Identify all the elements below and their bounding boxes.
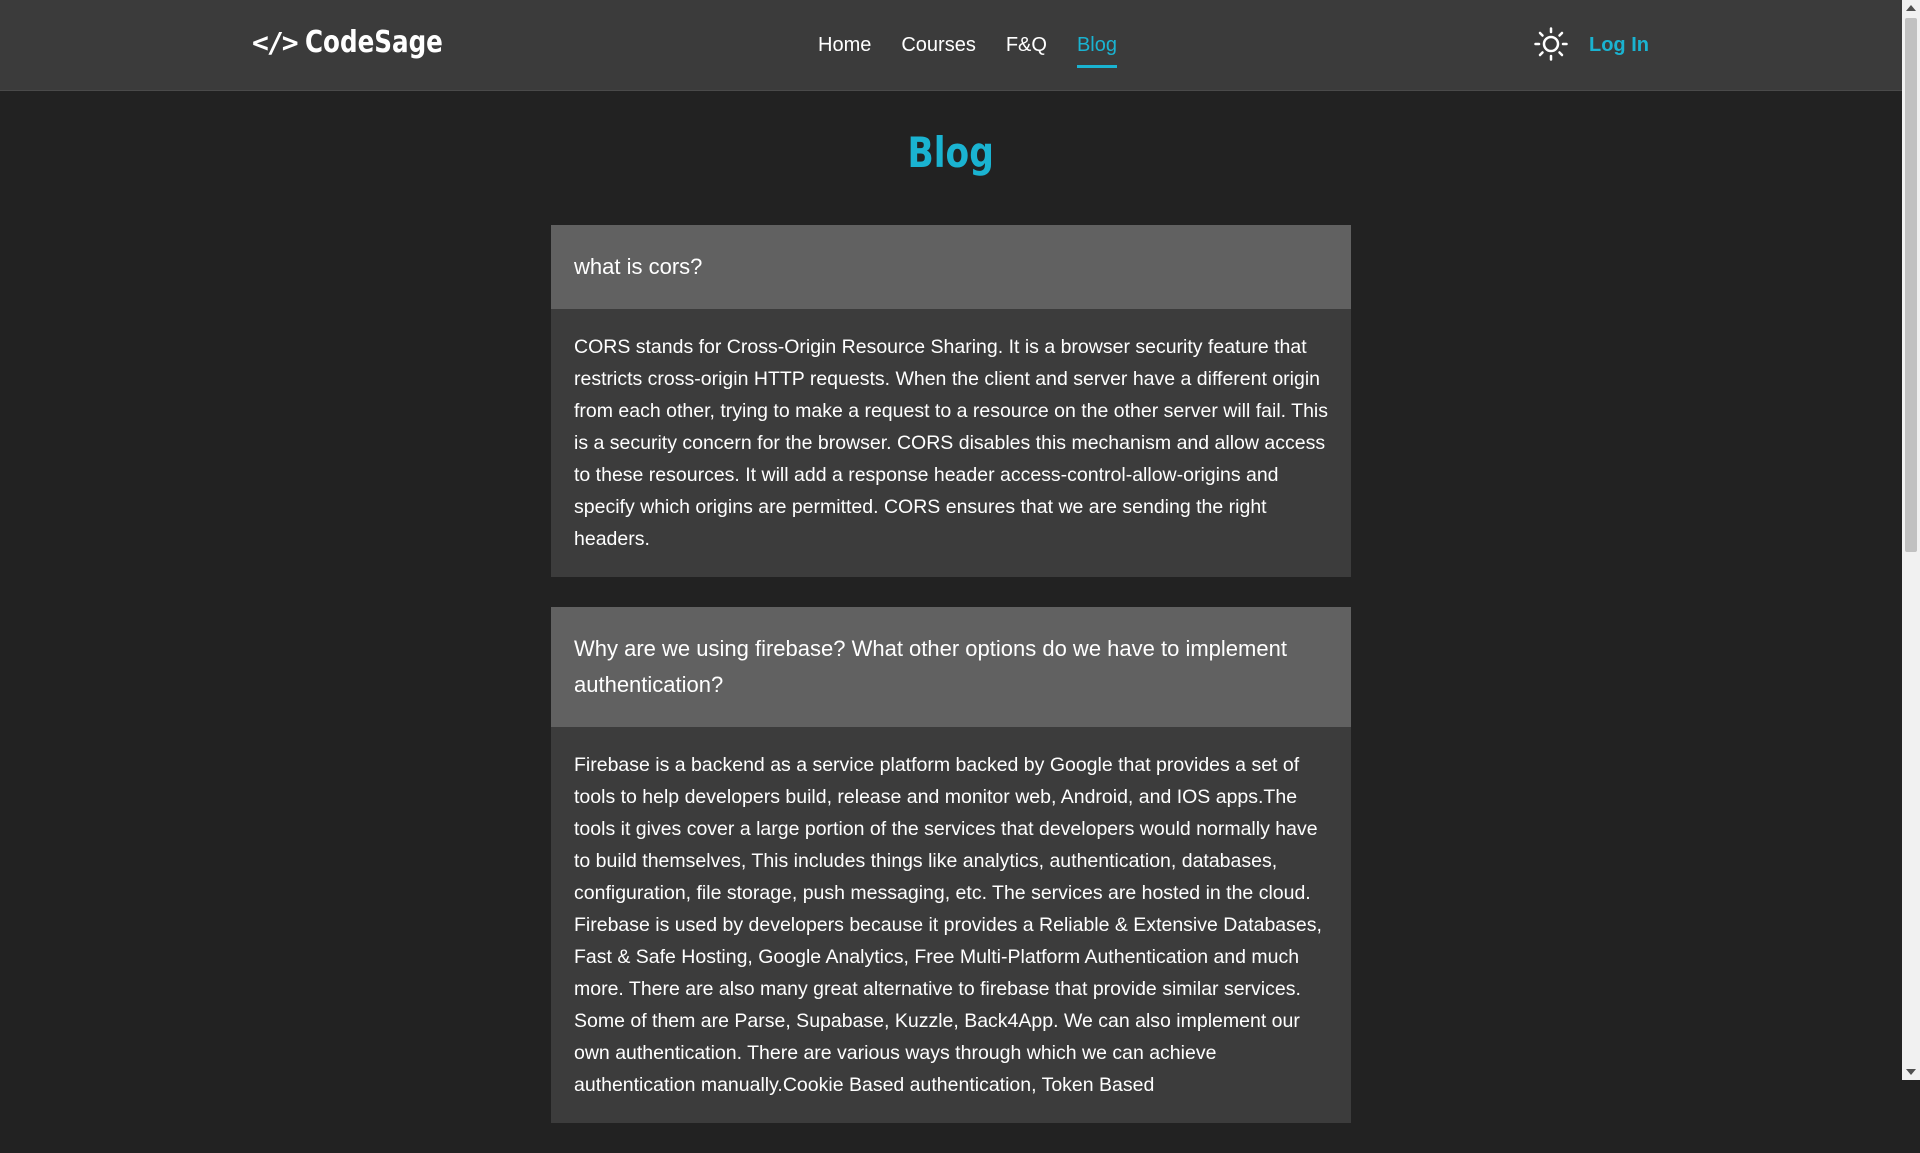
scroll-thumb[interactable] — [1905, 18, 1917, 552]
nav-courses[interactable]: Courses — [901, 34, 975, 68]
post-question: Why are we using firebase? What other op… — [551, 607, 1351, 727]
blog-post: what is cors? CORS stands for Cross-Orig… — [551, 225, 1351, 577]
vertical-scrollbar[interactable] — [1902, 0, 1920, 1080]
nav-blog[interactable]: Blog — [1076, 34, 1117, 68]
nav-faq[interactable]: F&Q — [1006, 34, 1047, 68]
page-title-text: Blog — [907, 128, 995, 177]
sun-icon[interactable] — [1534, 27, 1568, 61]
code-icon: </> — [252, 26, 299, 59]
main-nav: Home Courses F&Q Blog — [818, 34, 1117, 68]
logo[interactable]: </> CodeSage — [252, 25, 473, 60]
post-answer: Firebase is a backend as a service platf… — [574, 754, 1322, 1096]
scroll-up-arrow-icon[interactable] — [1906, 5, 1916, 11]
site-header: </> CodeSage Home Courses F&Q Blog Log I… — [0, 0, 1902, 91]
scroll-down-arrow-icon[interactable] — [1906, 1069, 1916, 1075]
blog-posts: what is cors? CORS stands for Cross-Orig… — [551, 225, 1351, 1153]
page-title: Blog — [0, 128, 1902, 177]
logo-text: CodeSage — [304, 25, 443, 60]
blog-post: Why are we using firebase? What other op… — [551, 607, 1351, 1123]
nav-home[interactable]: Home — [818, 34, 871, 68]
post-question: what is cors? — [551, 225, 1351, 309]
post-answer: CORS stands for Cross-Origin Resource Sh… — [574, 336, 1328, 550]
login-button[interactable]: Log In — [1589, 34, 1649, 57]
